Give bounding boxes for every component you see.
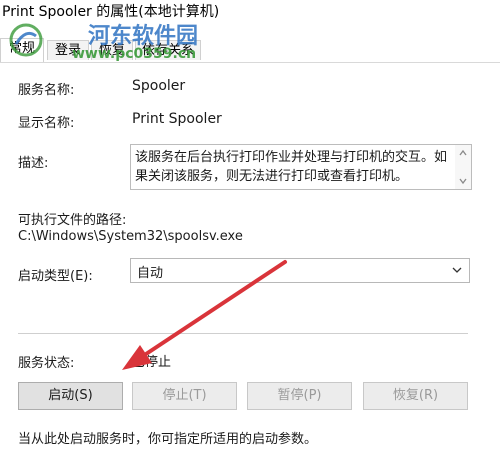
- pause-button[interactable]: 暂停(P): [247, 382, 352, 410]
- exe-path-value: C:\Windows\System32\spoolsv.exe: [18, 229, 243, 244]
- description-box[interactable]: 该服务在后台执行打印作业并处理与打印机的交互。如果关闭该服务，则无法进行打印或查…: [130, 144, 472, 190]
- startup-type-value: 自动: [137, 266, 164, 281]
- stop-button-label: 停止(T): [162, 388, 207, 403]
- start-button-label: 启动(S): [48, 388, 93, 403]
- start-button[interactable]: 启动(S): [18, 382, 123, 410]
- chevron-down-icon[interactable]: [458, 176, 468, 186]
- stop-button[interactable]: 停止(T): [132, 382, 237, 410]
- description-label: 描述:: [18, 156, 49, 171]
- title-bar: Print Spooler 的属性(本地计算机): [0, 0, 500, 20]
- startup-hint: 当从此处启动服务时，你可指定所适用的启动参数。: [18, 432, 318, 447]
- exe-path-label: 可执行文件的路径:: [18, 213, 127, 228]
- display-name-label: 显示名称:: [18, 116, 75, 131]
- service-name-value: Spooler: [132, 78, 186, 94]
- tab-divider: [0, 62, 500, 63]
- watermark-url: www.pc0359.cn: [72, 46, 197, 62]
- description-scrollbar[interactable]: [455, 145, 471, 189]
- pause-button-label: 暂停(P): [277, 388, 322, 403]
- resume-button-label: 恢复(R): [392, 388, 439, 403]
- chevron-down-icon: [452, 267, 462, 273]
- description-text: 该服务在后台执行打印作业并处理与打印机的交互。如果关闭该服务，则无法进行打印或查…: [135, 150, 448, 184]
- startup-type-select[interactable]: 自动: [130, 258, 470, 283]
- status-label: 服务状态:: [18, 356, 75, 371]
- resume-button[interactable]: 恢复(R): [363, 382, 468, 410]
- service-name-label: 服务名称:: [18, 83, 75, 98]
- startup-type-label: 启动类型(E):: [18, 269, 93, 284]
- section-divider: [18, 333, 468, 334]
- display-name-value: Print Spooler: [132, 111, 222, 127]
- watermark-logo-icon: [9, 23, 43, 57]
- chevron-up-icon[interactable]: [458, 148, 468, 158]
- status-value: 已停止: [132, 355, 172, 370]
